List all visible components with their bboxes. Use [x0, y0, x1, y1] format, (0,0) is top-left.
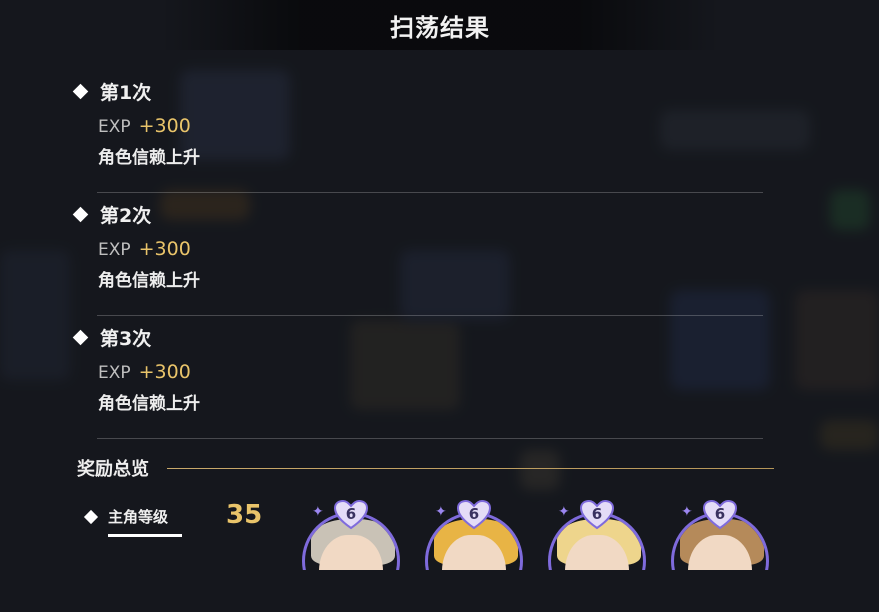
trust-level: 6 [714, 505, 726, 523]
sweep-round-1: 第1次 EXP +300 角色信赖上升 [72, 79, 764, 168]
sparkle-icon: ✦ [435, 504, 447, 520]
divider [97, 315, 763, 316]
sweep-round-3: 第3次 EXP +300 角色信赖上升 [72, 325, 764, 414]
level-underline [108, 534, 182, 537]
character-list: ✦ 6 ✦ 6 ✦ 6 ✦ 6 [300, 500, 780, 570]
exp-label: EXP [98, 240, 131, 260]
player-level-label: 主角等级 35 [108, 500, 262, 537]
exp-value: +300 [138, 115, 191, 137]
player-level-value: 35 [226, 500, 263, 530]
diamond-bullet-icon [72, 206, 89, 222]
character-card[interactable]: ✦ 6 [669, 500, 775, 570]
reward-summary-header: 奖励总览 [77, 455, 774, 481]
trust-level: 6 [591, 505, 603, 523]
sparkle-icon: ✦ [681, 504, 693, 520]
player-level-row: 主角等级 35 [83, 500, 262, 537]
diamond-bullet-icon [72, 329, 89, 345]
sparkle-icon: ✦ [312, 504, 324, 520]
title-bar: 扫荡结果 [160, 0, 720, 50]
trust-level: 6 [345, 505, 357, 523]
trust-increase-text: 角色信赖上升 [98, 148, 200, 168]
gold-divider [167, 467, 774, 469]
sparkle-icon: ✦ [558, 504, 570, 520]
character-card[interactable]: ✦ 6 [300, 500, 406, 570]
page-title: 扫荡结果 [390, 13, 490, 42]
divider [97, 438, 763, 439]
exp-value: +300 [138, 361, 191, 383]
heart-icon: 6 [333, 500, 369, 530]
reward-summary-title: 奖励总览 [77, 459, 149, 480]
exp-label: EXP [98, 117, 131, 137]
sweep-round-2: 第2次 EXP +300 角色信赖上升 [72, 202, 764, 291]
trust-increase-text: 角色信赖上升 [98, 271, 200, 291]
round-label: 第3次 [100, 327, 152, 350]
diamond-bullet-icon [72, 83, 89, 99]
diamond-bullet-icon [83, 509, 99, 524]
round-label: 第2次 [100, 204, 152, 227]
round-label: 第1次 [100, 81, 152, 104]
exp-value: +300 [138, 238, 191, 260]
trust-increase-text: 角色信赖上升 [98, 394, 200, 414]
heart-icon: 6 [702, 500, 738, 530]
heart-icon: 6 [456, 500, 492, 530]
character-card[interactable]: ✦ 6 [546, 500, 652, 570]
trust-level: 6 [468, 505, 480, 523]
exp-label: EXP [98, 363, 131, 383]
character-card[interactable]: ✦ 6 [423, 500, 529, 570]
divider [97, 192, 763, 193]
heart-icon: 6 [579, 500, 615, 530]
